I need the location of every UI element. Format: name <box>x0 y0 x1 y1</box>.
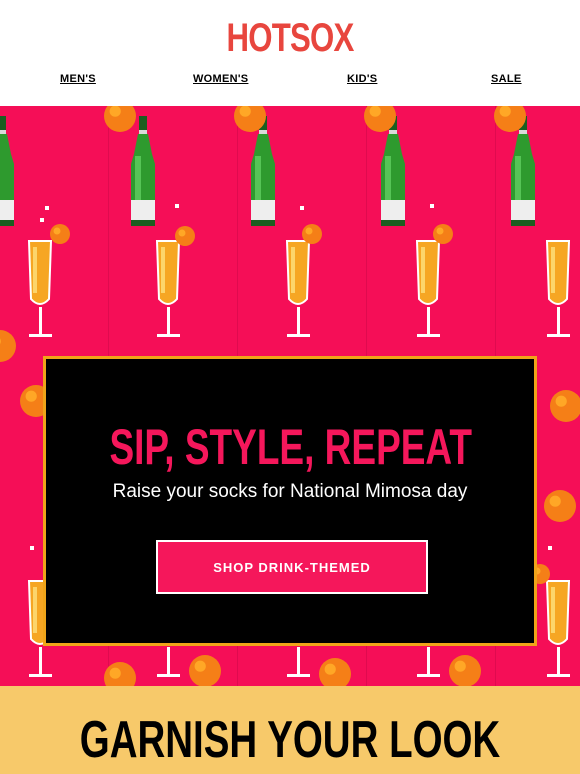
champagne-bottle-icon <box>511 116 535 226</box>
mimosa-glass-icon <box>27 240 53 337</box>
promo-card: SIP, STYLE, REPEAT Raise your socks for … <box>43 356 537 646</box>
email-page: HOTSOX MEN'S WOMEN'S KID'S SALE SIP, STY… <box>0 0 580 774</box>
section-title: GARNISH YOUR LOOK <box>79 711 501 769</box>
nav-link-womens[interactable]: WOMEN'S <box>193 73 248 85</box>
hero-headline: SIP, STYLE, REPEAT <box>109 419 473 475</box>
mimosa-glass-icon <box>285 240 311 337</box>
orange-slice-icon <box>433 224 453 244</box>
orange-slice-icon <box>544 490 576 522</box>
champagne-bottle-icon <box>131 116 155 226</box>
nav-link-sale[interactable]: SALE <box>491 73 522 85</box>
hero-subheadline: Raise your socks for National Mimosa day <box>112 481 468 502</box>
mimosa-glass-icon <box>545 580 571 677</box>
main-nav: MEN'S WOMEN'S KID'S SALE <box>0 73 580 87</box>
champagne-bottle-icon <box>0 116 14 226</box>
orange-slice-icon <box>302 224 322 244</box>
mimosa-glass-icon <box>155 240 181 337</box>
orange-slice-icon <box>319 658 351 686</box>
orange-slice-icon <box>175 226 195 246</box>
shop-drink-themed-button[interactable]: SHOP DRINK-THEMED <box>156 540 428 594</box>
nav-link-mens[interactable]: MEN'S <box>60 73 96 85</box>
nav-link-kids[interactable]: KID'S <box>347 73 377 85</box>
hero-banner[interactable]: SIP, STYLE, REPEAT Raise your socks for … <box>0 106 580 686</box>
garnish-section: GARNISH YOUR LOOK <box>0 686 580 774</box>
mimosa-glass-icon <box>415 240 441 337</box>
orange-slice-icon <box>550 390 580 422</box>
orange-slice-icon <box>189 655 221 686</box>
champagne-bottle-icon <box>381 116 405 226</box>
mimosa-glass-icon <box>545 240 571 337</box>
orange-slice-icon <box>449 655 481 686</box>
champagne-bottle-icon <box>251 116 275 226</box>
brand-logo[interactable]: HOTSOX <box>64 14 516 62</box>
orange-slice-icon <box>50 224 70 244</box>
orange-slice-icon <box>0 330 16 362</box>
